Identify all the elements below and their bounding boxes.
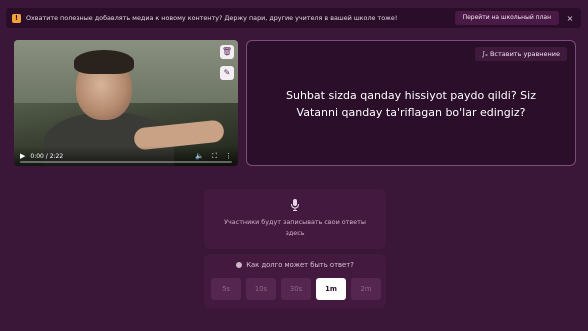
play-icon[interactable]: ▶ [20,152,25,160]
video-player[interactable]: ▶ 0:00 / 2:22 🔈 ⛶ ⋮ [14,40,238,166]
promo-banner: ! Охватите полезные добавлять медиа к но… [6,8,581,28]
duration-selector: Как долго может быть ответ? 5s 10s 30s 1… [204,254,386,308]
warning-icon: ! [12,13,21,23]
video-progress-bar[interactable] [20,161,232,163]
close-icon[interactable]: × [565,14,575,23]
duration-option-2m[interactable]: 2m [351,278,381,300]
video-time: 0:00 / 2:22 [30,152,64,160]
volume-icon[interactable]: 🔈 [195,152,204,160]
duration-options: 5s 10s 30s 1m 2m [211,278,381,300]
duration-option-30s[interactable]: 30s [281,278,311,300]
duration-option-10s[interactable]: 10s [246,278,276,300]
banner-text: Охватите полезные добавлять медиа к ново… [26,14,398,22]
video-frame-person-hair [74,50,134,74]
response-hint: Участники будут записывать свои ответы з… [224,218,366,237]
more-icon[interactable]: ⋮ [225,152,232,160]
delete-media-button[interactable]: 🗑 [220,45,234,59]
trash-icon: 🗑 [221,47,233,56]
duration-option-5s[interactable]: 5s [211,278,241,300]
question-card[interactable]: ∫ₓ Вставить уравнение Suhbat sizda qanda… [246,40,576,166]
edit-media-button[interactable]: ✎ [220,66,234,80]
duration-label-text: Как долго может быть ответ? [246,261,354,269]
insert-equation-button[interactable]: ∫ₓ Вставить уравнение [474,47,567,61]
question-text[interactable]: Suhbat sizda qanday hissiyot paydo qildi… [267,87,555,121]
pencil-icon: ✎ [223,68,231,77]
response-area: Участники будут записывать свои ответы з… [204,189,386,249]
video-controls: ▶ 0:00 / 2:22 🔈 ⛶ ⋮ [14,146,238,166]
fullscreen-icon[interactable]: ⛶ [212,152,217,161]
duration-option-1m[interactable]: 1m [316,278,346,300]
school-plan-button[interactable]: Перейти на школьный план [454,11,559,25]
microphone-icon [291,199,299,211]
duration-label: Как долго может быть ответ? [204,261,386,269]
clock-icon [236,262,243,268]
